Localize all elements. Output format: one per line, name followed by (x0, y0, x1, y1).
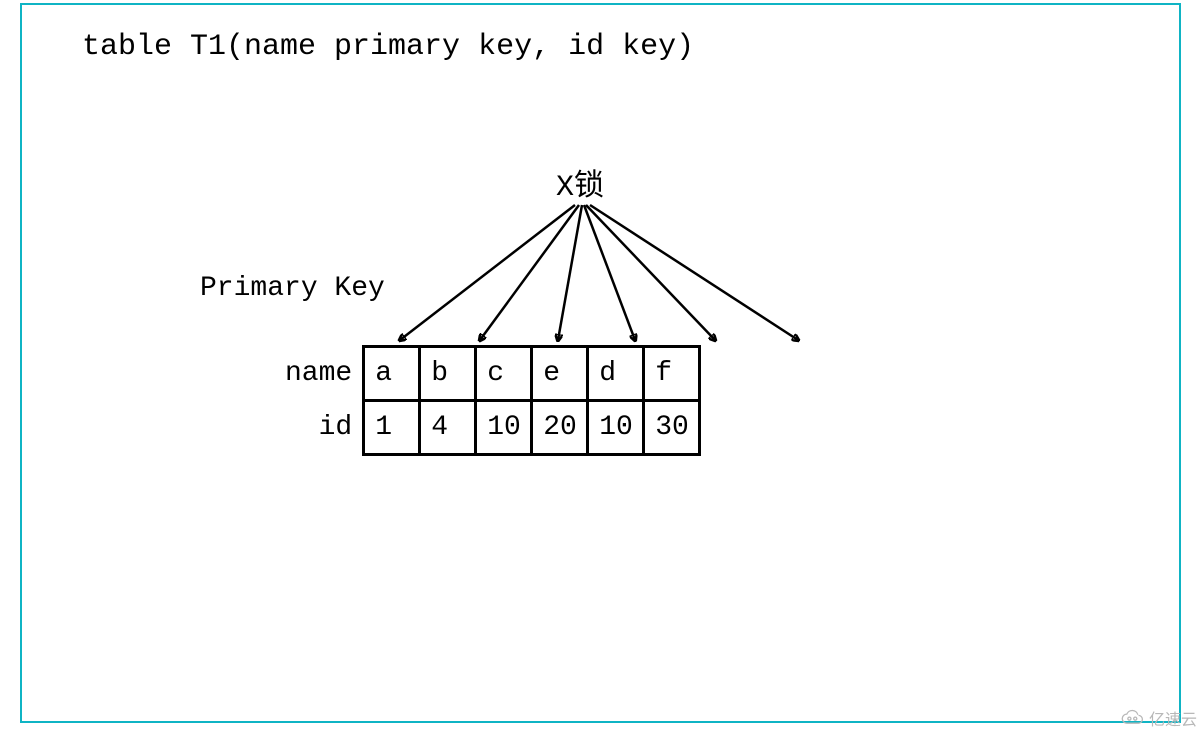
cell-id-1: 4 (420, 401, 476, 455)
cell-name-2: c (476, 347, 532, 401)
cell-id-5: 30 (644, 401, 700, 455)
cell-name-3: e (532, 347, 588, 401)
cell-id-4: 10 (588, 401, 644, 455)
cell-id-2: 10 (476, 401, 532, 455)
row-label-name: name (275, 347, 364, 401)
row-label-id: id (275, 401, 364, 455)
cell-id-3: 20 (532, 401, 588, 455)
table-row-id: id 1 4 10 20 10 30 (275, 401, 700, 455)
cloud-icon (1119, 709, 1145, 727)
primary-key-table-wrap: name a b c e d f id 1 4 10 20 10 30 (275, 345, 701, 456)
diagram-title: table T1(name primary key, id key) (82, 30, 694, 64)
cell-id-0: 1 (364, 401, 420, 455)
table-row-name: name a b c e d f (275, 347, 700, 401)
primary-key-table: name a b c e d f id 1 4 10 20 10 30 (275, 345, 701, 456)
watermark: 亿速云 (1119, 706, 1197, 730)
x-lock-label: X锁 (556, 160, 604, 205)
primary-key-label: Primary Key (200, 273, 385, 304)
cell-name-1: b (420, 347, 476, 401)
cell-name-5: f (644, 347, 700, 401)
cell-name-0: a (364, 347, 420, 401)
cell-name-4: d (588, 347, 644, 401)
watermark-text: 亿速云 (1149, 706, 1197, 730)
